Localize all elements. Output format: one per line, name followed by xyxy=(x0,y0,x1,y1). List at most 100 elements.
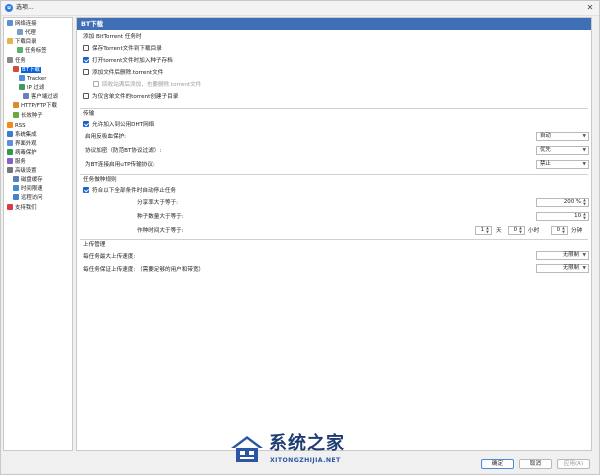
save-torrent-checkbox[interactable] xyxy=(83,45,89,51)
tree-item-label: 代理 xyxy=(25,30,36,36)
dht-checkbox[interactable] xyxy=(83,121,89,127)
leech-label: 启用反吸血保护: xyxy=(85,134,127,140)
folder-icon xyxy=(7,38,13,44)
remote-icon xyxy=(13,194,19,200)
spin-down-icon[interactable]: ▼ xyxy=(485,230,490,235)
chevron-down-icon: ▼ xyxy=(582,148,586,153)
utp-select[interactable]: 禁止 ▼ xyxy=(536,160,589,169)
spin-down-icon[interactable]: ▼ xyxy=(582,202,587,207)
watermark-logo-icon xyxy=(231,436,263,462)
divider xyxy=(80,108,588,109)
title-bar[interactable]: u 选项... ✕ xyxy=(1,1,599,16)
disk-icon xyxy=(13,176,19,182)
seeds-label: 种子数量大于等于: xyxy=(137,214,184,220)
delete-recycle-option: 回收站满后添加，也要删除.torrent文件 xyxy=(93,81,201,89)
mins-spinner[interactable]: 0 ▲ ▼ xyxy=(551,226,568,235)
spin-down-icon[interactable]: ▼ xyxy=(561,230,566,235)
min-upload-value: 无限制 xyxy=(562,265,579,271)
tree-item[interactable]: 代理 xyxy=(17,29,36,37)
min-upload-label: 每任务保证上传速度: （需要足够的用户和带宽） xyxy=(83,267,205,273)
close-button[interactable]: ✕ xyxy=(585,3,595,13)
apply-button[interactable]: 应用(A) xyxy=(557,459,590,469)
min-upload-select[interactable]: 无限制 ▼ xyxy=(536,264,589,273)
tree-item-label: 下载目录 xyxy=(15,39,37,45)
options-dialog: u 选项... ✕ 网络连接 代理 下载目录 任务标签 任务 BT下载 Tracker IP … xyxy=(0,0,600,475)
cancel-button[interactable]: 取消 xyxy=(519,459,552,469)
add-to-archive-label: 打开torrent文件时加入种子存档 xyxy=(92,58,173,64)
chevron-down-icon: ▼ xyxy=(582,162,586,167)
auto-stop-label: 符合以下全部条件时自动停止任务 xyxy=(92,188,176,194)
tree-item[interactable]: 任务标签 xyxy=(17,47,47,55)
panel-header: BT下载 xyxy=(77,18,591,30)
tree-item[interactable]: 磁盘缓存 xyxy=(13,176,43,184)
ratio-value: 200 % xyxy=(563,199,581,205)
seeds-value: 10 xyxy=(574,213,581,219)
settings-panel: BT下载 添加 BitTorrent 任务时 保存Torrent文件到下载目录 … xyxy=(76,17,592,451)
ratio-spinner[interactable]: 200 % ▲ ▼ xyxy=(536,198,589,207)
delete-torrent-option[interactable]: 添加文件后删除.torrent文件 xyxy=(83,69,163,77)
auto-stop-checkbox[interactable] xyxy=(83,187,89,193)
ok-button[interactable]: 确定 xyxy=(481,459,514,469)
tree-item[interactable]: 任务 xyxy=(7,57,26,65)
hours-value: 0 xyxy=(513,227,517,233)
hours-spinner[interactable]: 0 ▲ ▼ xyxy=(508,226,525,235)
tree-item[interactable]: IP 过滤 xyxy=(19,84,44,92)
encrypt-select[interactable]: 优先 ▼ xyxy=(536,146,589,155)
delete-torrent-checkbox[interactable] xyxy=(83,69,89,75)
ratio-label: 分享率大于等于: xyxy=(137,200,179,206)
tree-item[interactable]: 高级设置 xyxy=(7,167,37,175)
tree-item-label: 高级设置 xyxy=(15,168,37,174)
tree-item-label: 服务 xyxy=(15,159,26,165)
add-to-archive-option[interactable]: 打开torrent文件时加入种子存档 xyxy=(83,57,173,65)
tree-item[interactable]: 网络连接 xyxy=(7,20,37,28)
tree-item[interactable]: 客户端过滤 xyxy=(23,93,58,101)
advanced-icon xyxy=(7,167,13,173)
mins-unit: 分钟 xyxy=(571,228,583,234)
leech-select[interactable]: 自动 ▼ xyxy=(536,132,589,141)
utp-select-value: 禁止 xyxy=(540,161,551,167)
chevron-down-icon: ▼ xyxy=(582,266,586,271)
service-icon xyxy=(7,158,13,164)
seeds-spinner[interactable]: 10 ▲ ▼ xyxy=(536,212,589,221)
clock-icon xyxy=(13,185,19,191)
section-title-transfer: 传输 xyxy=(83,111,95,117)
tree-item[interactable]: 界面外观 xyxy=(7,140,37,148)
tree-item[interactable]: 支持我们 xyxy=(7,204,37,212)
subdir-option[interactable]: 为仅含单文件的torrent创建子目录 xyxy=(83,93,178,101)
max-upload-select[interactable]: 无限制 ▼ xyxy=(536,251,589,260)
encrypt-select-value: 优先 xyxy=(540,147,551,153)
section-title-add: 添加 BitTorrent 任务时 xyxy=(83,34,142,40)
tree-item-label: 长效种子 xyxy=(21,113,43,119)
tree-item[interactable]: 远程访问 xyxy=(13,194,43,202)
auto-stop-option[interactable]: 符合以下全部条件时自动停止任务 xyxy=(83,187,176,195)
tree-item[interactable]: 下载目录 xyxy=(7,38,37,46)
integration-icon xyxy=(7,131,13,137)
tree-item[interactable]: 时间限速 xyxy=(13,185,43,193)
tree-item[interactable]: 长效种子 xyxy=(13,112,43,120)
tree-item[interactable]: 系统集成 xyxy=(7,131,37,139)
tree-item-label: IP 过滤 xyxy=(27,85,45,91)
dht-option[interactable]: 允许加入到公用DHT网络 xyxy=(83,121,154,129)
spin-down-icon[interactable]: ▼ xyxy=(518,230,523,235)
hours-unit: 小时 xyxy=(528,228,540,234)
days-spinner[interactable]: 1 ▲ ▼ xyxy=(475,226,492,235)
tree-item[interactable]: BT下载 xyxy=(13,66,41,74)
tree-item[interactable]: Tracker xyxy=(19,75,46,83)
tree-item[interactable]: 病毒保护 xyxy=(7,149,37,157)
add-to-archive-checkbox[interactable] xyxy=(83,57,89,63)
tree-item[interactable]: 服务 xyxy=(7,158,26,166)
tree-item[interactable]: RSS xyxy=(7,122,26,130)
divider xyxy=(80,239,588,240)
tag-icon xyxy=(17,47,23,53)
leech-select-value: 自动 xyxy=(540,133,551,139)
divider xyxy=(80,174,588,175)
save-torrent-option[interactable]: 保存Torrent文件到下载目录 xyxy=(83,45,162,53)
network-icon xyxy=(7,20,13,26)
ip-filter-icon xyxy=(19,84,25,90)
tree-item[interactable]: HTTP/FTP下载 xyxy=(13,102,57,110)
spin-down-icon[interactable]: ▼ xyxy=(582,216,587,221)
heart-icon xyxy=(7,204,13,210)
mins-value: 0 xyxy=(556,227,560,233)
subdir-checkbox[interactable] xyxy=(83,93,89,99)
tree-item-label: 客户端过滤 xyxy=(31,94,58,100)
